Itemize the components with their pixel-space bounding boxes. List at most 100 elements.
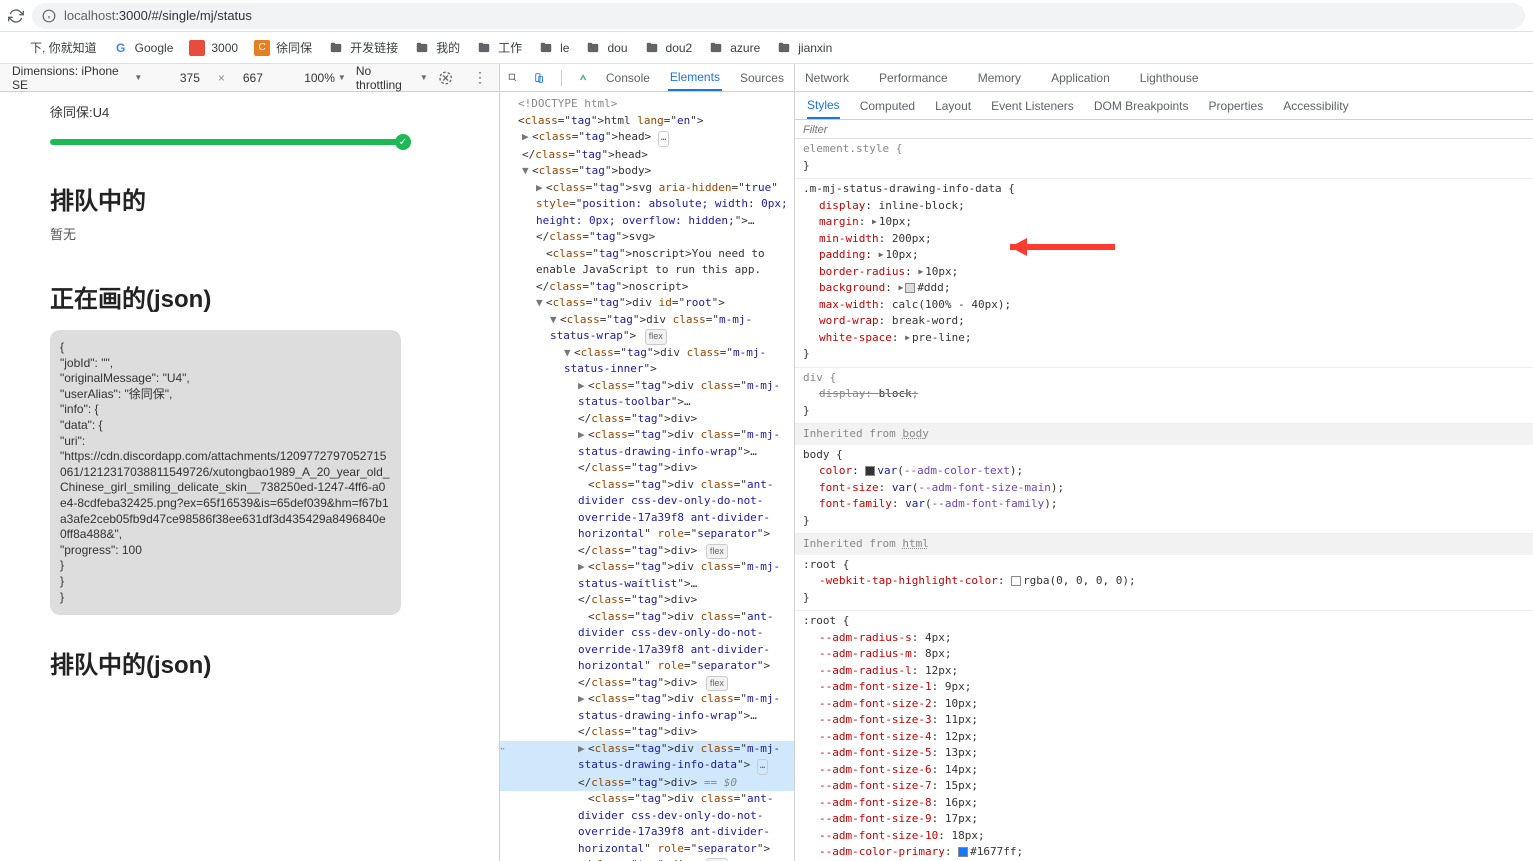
css-rule[interactable]: element.style {} [795,139,1533,179]
zoom-selector[interactable]: 100%▼ [304,71,346,85]
devtools-tabs-right: Network Performance Memory Application L… [795,64,1533,92]
bookmark-item[interactable]: 工作 [476,39,522,56]
styles-pane: Network Performance Memory Application L… [795,64,1533,861]
vue-icon[interactable] [578,70,588,86]
dom-node[interactable]: <class="tag">div class="ant-divider css-… [500,477,794,560]
dom-node[interactable]: ▶<class="tag">head> … </class="tag">head… [500,129,794,163]
bookmark-item[interactable]: dou [585,39,627,56]
json-data-box: { "jobId": "", "originalMessage": "U4", … [50,330,401,615]
css-rule[interactable]: div {display: block;} [795,368,1533,425]
bookmark-icon [538,40,554,56]
stab-layout[interactable]: Layout [935,92,971,119]
device-preview-pane: Dimensions: iPhone SE▼ × 100%▼ No thrott… [0,64,500,861]
stab-styles[interactable]: Styles [807,92,840,119]
bookmark-label: 下, 你就知道 [30,39,97,56]
stab-event-listeners[interactable]: Event Listeners [991,92,1074,119]
styles-subtabs: Styles Computed Layout Event Listeners D… [795,92,1533,120]
bookmark-item[interactable]: dou2 [644,39,693,56]
check-icon: ✓ [395,134,411,150]
bookmark-item[interactable]: 下, 你就知道 [8,39,97,56]
reload-icon[interactable] [8,8,24,24]
dom-node[interactable]: ▼<class="tag">body> [500,163,794,180]
throttling-selector[interactable]: No throttling▼ [356,64,428,92]
tab-memory[interactable]: Memory [976,64,1023,91]
section-title-drawing-json: 正在画的(json) [50,279,401,314]
bookmark-label: 工作 [498,39,522,56]
user-line: 徐同保:U4 [50,102,401,121]
tab-performance[interactable]: Performance [877,64,950,91]
bookmark-icon [189,40,205,56]
more-icon[interactable]: ⋮ [473,69,487,86]
css-rule[interactable]: .m-mj-status-drawing-info-data {display:… [795,179,1533,368]
bookmark-icon [644,40,660,56]
bookmark-icon [476,40,492,56]
bookmark-icon [328,40,344,56]
stab-properties[interactable]: Properties [1209,92,1264,119]
bookmark-label: Google [135,41,174,55]
bookmark-label: 3000 [211,41,238,55]
dom-node[interactable]: ▶<class="tag">svg aria-hidden="true" sty… [500,180,794,246]
stab-computed[interactable]: Computed [860,92,915,119]
dom-node[interactable]: <class="tag">div class="ant-divider css-… [500,609,794,692]
bookmark-icon [414,40,430,56]
bookmark-item[interactable]: C徐同保 [254,39,312,56]
bookmark-label: le [560,41,569,55]
dom-node[interactable]: ▼<class="tag">div id="root"> [500,295,794,312]
devtools-tabs: Console Elements Sources [500,64,794,92]
styles-rules[interactable]: element.style {}.m-mj-status-drawing-inf… [795,139,1533,861]
bookmark-item[interactable]: G Google [113,39,174,56]
inspect-icon[interactable] [508,70,518,86]
bookmark-label: dou2 [666,41,693,55]
bookmark-icon [708,40,724,56]
device-height-input[interactable] [235,71,271,85]
dom-node[interactable]: ▶<class="tag">div class="m-mj-status-dra… [500,691,794,741]
device-width-input[interactable] [172,71,208,85]
bookmark-item[interactable]: 开发链接 [328,39,398,56]
bookmarks-bar: 下, 你就知道 G Google 3000 C徐同保 开发链接我的 工作 le dou dou2 a… [0,32,1533,64]
css-rule[interactable]: body {color: var(--adm-color-text);font-… [795,445,1533,535]
stab-dom-breakpoints[interactable]: DOM Breakpoints [1094,92,1189,119]
dom-node[interactable]: <!DOCTYPE html> [500,96,794,113]
browser-url-bar: localhost:3000/#/single/mj/status [0,0,1533,32]
device-toggle-icon[interactable] [534,70,544,86]
dom-tree[interactable]: <!DOCTYPE html><class="tag">html lang="e… [500,92,794,861]
css-rule[interactable]: :root {-webkit-tap-highlight-color: rgba… [795,555,1533,612]
dom-node[interactable]: ▼<class="tag">div class="m-mj-status-inn… [500,345,794,378]
url-input[interactable]: localhost:3000/#/single/mj/status [32,3,1525,29]
bookmark-item[interactable]: le [538,39,569,56]
tab-console[interactable]: Console [604,64,652,91]
bookmark-item[interactable]: 3000 [189,39,238,56]
rotate-icon[interactable] [438,70,453,86]
section-sub: 暂无 [50,224,401,243]
stab-accessibility[interactable]: Accessibility [1283,92,1348,119]
bookmark-label: dou [607,41,627,55]
tab-network[interactable]: Network [803,64,851,91]
tab-elements[interactable]: Elements [668,64,722,91]
styles-filter-input[interactable] [803,124,1525,136]
elements-pane: Console Elements Sources <!DOCTYPE html>… [500,64,795,861]
url-text: localhost:3000/#/single/mj/status [64,8,252,23]
tab-sources[interactable]: Sources [738,64,786,91]
css-rule[interactable]: :root {--adm-radius-s: 4px;--adm-radius-… [795,611,1533,861]
bookmark-label: 开发链接 [350,39,398,56]
dom-node-selected[interactable]: ⋯▶<class="tag">div class="m-mj-status-dr… [500,741,794,792]
bookmark-item[interactable]: jianxin [776,39,832,56]
bookmark-item[interactable]: azure [708,39,760,56]
bookmark-item[interactable]: 我的 [414,39,460,56]
bookmark-icon: G [113,40,129,56]
dom-node[interactable]: <class="tag">div class="ant-divider css-… [500,791,794,861]
device-frame[interactable]: 徐同保:U4 ✓ 排队中的 暂无 正在画的(json) { "jobId": "… [38,92,413,861]
dom-node[interactable]: <class="tag">html lang="en"> [500,113,794,130]
dom-node[interactable]: ▶<class="tag">div class="m-mj-status-dra… [500,427,794,477]
device-selector[interactable]: Dimensions: iPhone SE▼ [12,64,142,92]
dom-node[interactable]: ▶<class="tag">div class="m-mj-status-wai… [500,559,794,609]
dom-node[interactable]: ▼<class="tag">div class="m-mj-status-wra… [500,312,794,345]
dom-node[interactable]: ▶<class="tag">div class="m-mj-status-too… [500,378,794,428]
tab-application[interactable]: Application [1049,64,1112,91]
tab-lighthouse[interactable]: Lighthouse [1138,64,1201,91]
inherited-from-bar: Inherited from html [795,534,1533,555]
bookmark-icon: C [254,40,270,56]
dom-node[interactable]: <class="tag">noscript>You need to enable… [500,246,794,296]
progress-bar: ✓ [50,139,401,145]
section-title-queue: 排队中的 [50,181,401,216]
